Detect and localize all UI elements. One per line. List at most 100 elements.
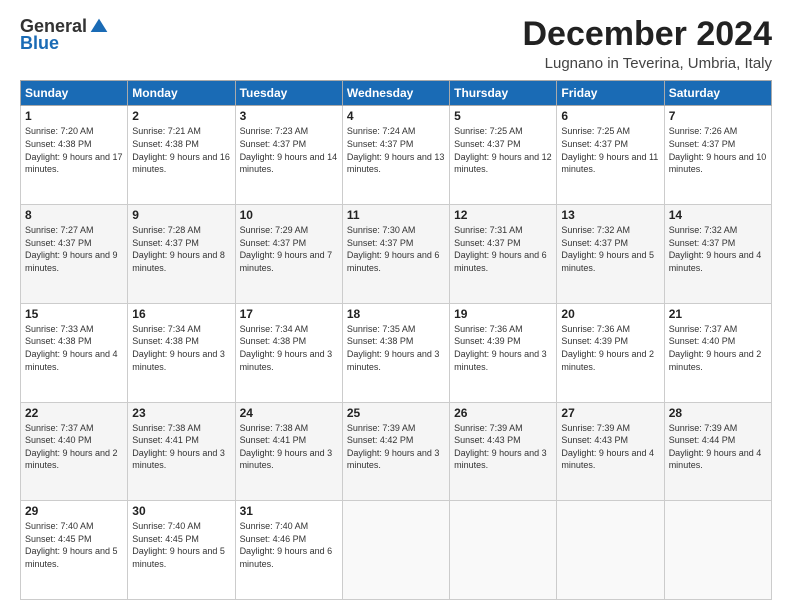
day-info: Sunrise: 7:25 AMSunset: 4:37 PMDaylight:…: [561, 126, 658, 174]
day-number: 21: [669, 307, 767, 321]
day-info: Sunrise: 7:40 AMSunset: 4:45 PMDaylight:…: [132, 521, 225, 569]
calendar-cell: 9 Sunrise: 7:28 AMSunset: 4:37 PMDaylight…: [128, 205, 235, 304]
day-of-week-header: Saturday: [664, 81, 771, 106]
day-info: Sunrise: 7:35 AMSunset: 4:38 PMDaylight:…: [347, 324, 440, 372]
day-info: Sunrise: 7:32 AMSunset: 4:37 PMDaylight:…: [561, 225, 654, 273]
day-number: 26: [454, 406, 552, 420]
day-info: Sunrise: 7:29 AMSunset: 4:37 PMDaylight:…: [240, 225, 333, 273]
day-info: Sunrise: 7:26 AMSunset: 4:37 PMDaylight:…: [669, 126, 767, 174]
day-of-week-header: Tuesday: [235, 81, 342, 106]
logo-icon: [89, 17, 109, 37]
day-info: Sunrise: 7:39 AMSunset: 4:43 PMDaylight:…: [454, 423, 547, 471]
day-number: 6: [561, 109, 659, 123]
calendar-cell: 31 Sunrise: 7:40 AMSunset: 4:46 PMDayligh…: [235, 501, 342, 600]
calendar-cell: 30 Sunrise: 7:40 AMSunset: 4:45 PMDayligh…: [128, 501, 235, 600]
location: Lugnano in Teverina, Umbria, Italy: [522, 55, 772, 72]
calendar-cell: 21Sunrise: 7:37 AMSunset: 4:40 PMDayligh…: [664, 303, 771, 402]
title-block: December 2024 Lugnano in Teverina, Umbri…: [522, 16, 772, 72]
day-info: Sunrise: 7:39 AMSunset: 4:42 PMDaylight:…: [347, 423, 440, 471]
calendar-cell: 24 Sunrise: 7:38 AMSunset: 4:41 PMDayligh…: [235, 402, 342, 501]
day-number: 25: [347, 406, 445, 420]
calendar-week-row: 1 Sunrise: 7:20 AMSunset: 4:38 PMDaylight…: [21, 106, 772, 205]
calendar-week-row: 8 Sunrise: 7:27 AMSunset: 4:37 PMDaylight…: [21, 205, 772, 304]
calendar-cell: 13 Sunrise: 7:32 AMSunset: 4:37 PMDayligh…: [557, 205, 664, 304]
calendar-cell: 26 Sunrise: 7:39 AMSunset: 4:43 PMDayligh…: [450, 402, 557, 501]
day-of-week-header: Monday: [128, 81, 235, 106]
day-number: 29: [25, 504, 123, 518]
day-info: Sunrise: 7:20 AMSunset: 4:38 PMDaylight:…: [25, 126, 123, 174]
calendar-cell: 16 Sunrise: 7:34 AMSunset: 4:38 PMDayligh…: [128, 303, 235, 402]
calendar-cell: 12 Sunrise: 7:31 AMSunset: 4:37 PMDayligh…: [450, 205, 557, 304]
day-info: Sunrise: 7:31 AMSunset: 4:37 PMDaylight:…: [454, 225, 547, 273]
day-number: 7: [669, 109, 767, 123]
day-number: 15: [25, 307, 123, 321]
day-number: 17: [240, 307, 338, 321]
day-info: Sunrise: 7:33 AMSunset: 4:38 PMDaylight:…: [25, 324, 118, 372]
day-info: Sunrise: 7:39 AMSunset: 4:43 PMDaylight:…: [561, 423, 654, 471]
day-number: 12: [454, 208, 552, 222]
day-number: 1: [25, 109, 123, 123]
day-info: Sunrise: 7:34 AMSunset: 4:38 PMDaylight:…: [240, 324, 333, 372]
calendar-cell: 8 Sunrise: 7:27 AMSunset: 4:37 PMDaylight…: [21, 205, 128, 304]
day-number: 31: [240, 504, 338, 518]
calendar-cell: 18 Sunrise: 7:35 AMSunset: 4:38 PMDayligh…: [342, 303, 449, 402]
day-number: 24: [240, 406, 338, 420]
calendar-week-row: 15 Sunrise: 7:33 AMSunset: 4:38 PMDayligh…: [21, 303, 772, 402]
day-info: Sunrise: 7:27 AMSunset: 4:37 PMDaylight:…: [25, 225, 118, 273]
calendar-cell: 27 Sunrise: 7:39 AMSunset: 4:43 PMDayligh…: [557, 402, 664, 501]
calendar-cell: [664, 501, 771, 600]
calendar-cell: 15 Sunrise: 7:33 AMSunset: 4:38 PMDayligh…: [21, 303, 128, 402]
day-of-week-header: Wednesday: [342, 81, 449, 106]
day-info: Sunrise: 7:21 AMSunset: 4:38 PMDaylight:…: [132, 126, 230, 174]
day-info: Sunrise: 7:34 AMSunset: 4:38 PMDaylight:…: [132, 324, 225, 372]
day-info: Sunrise: 7:40 AMSunset: 4:45 PMDaylight:…: [25, 521, 118, 569]
day-info: Sunrise: 7:24 AMSunset: 4:37 PMDaylight:…: [347, 126, 445, 174]
day-number: 27: [561, 406, 659, 420]
day-info: Sunrise: 7:32 AMSunset: 4:37 PMDaylight:…: [669, 225, 762, 273]
day-number: 3: [240, 109, 338, 123]
header: General Blue December 2024 Lugnano in Te…: [20, 16, 772, 72]
days-of-week-row: SundayMondayTuesdayWednesdayThursdayFrid…: [21, 81, 772, 106]
day-info: Sunrise: 7:38 AMSunset: 4:41 PMDaylight:…: [132, 423, 225, 471]
day-info: Sunrise: 7:28 AMSunset: 4:37 PMDaylight:…: [132, 225, 225, 273]
day-info: Sunrise: 7:40 AMSunset: 4:46 PMDaylight:…: [240, 521, 333, 569]
day-number: 18: [347, 307, 445, 321]
day-number: 16: [132, 307, 230, 321]
day-number: 14: [669, 208, 767, 222]
day-info: Sunrise: 7:37 AMSunset: 4:40 PMDaylight:…: [25, 423, 118, 471]
day-number: 30: [132, 504, 230, 518]
page: General Blue December 2024 Lugnano in Te…: [0, 0, 792, 612]
calendar-cell: 11Sunrise: 7:30 AMSunset: 4:37 PMDayligh…: [342, 205, 449, 304]
day-number: 23: [132, 406, 230, 420]
calendar-body: 1 Sunrise: 7:20 AMSunset: 4:38 PMDaylight…: [21, 106, 772, 600]
calendar-cell: 29 Sunrise: 7:40 AMSunset: 4:45 PMDayligh…: [21, 501, 128, 600]
calendar-cell: 6 Sunrise: 7:25 AMSunset: 4:37 PMDaylight…: [557, 106, 664, 205]
calendar-table: SundayMondayTuesdayWednesdayThursdayFrid…: [20, 80, 772, 600]
calendar-cell: 28 Sunrise: 7:39 AMSunset: 4:44 PMDayligh…: [664, 402, 771, 501]
day-number: 8: [25, 208, 123, 222]
day-info: Sunrise: 7:23 AMSunset: 4:37 PMDaylight:…: [240, 126, 338, 174]
day-number: 9: [132, 208, 230, 222]
calendar-week-row: 29 Sunrise: 7:40 AMSunset: 4:45 PMDayligh…: [21, 501, 772, 600]
day-number: 10: [240, 208, 338, 222]
day-number: 11: [347, 208, 445, 222]
month-title: December 2024: [522, 16, 772, 53]
calendar-cell: 3 Sunrise: 7:23 AMSunset: 4:37 PMDaylight…: [235, 106, 342, 205]
day-info: Sunrise: 7:36 AMSunset: 4:39 PMDaylight:…: [561, 324, 654, 372]
calendar-week-row: 22 Sunrise: 7:37 AMSunset: 4:40 PMDayligh…: [21, 402, 772, 501]
calendar-cell: [450, 501, 557, 600]
day-number: 13: [561, 208, 659, 222]
day-number: 28: [669, 406, 767, 420]
day-number: 5: [454, 109, 552, 123]
day-info: Sunrise: 7:39 AMSunset: 4:44 PMDaylight:…: [669, 423, 762, 471]
day-info: Sunrise: 7:25 AMSunset: 4:37 PMDaylight:…: [454, 126, 552, 174]
logo: General Blue: [20, 16, 109, 54]
day-number: 22: [25, 406, 123, 420]
calendar-cell: 23 Sunrise: 7:38 AMSunset: 4:41 PMDayligh…: [128, 402, 235, 501]
day-of-week-header: Thursday: [450, 81, 557, 106]
calendar-cell: [342, 501, 449, 600]
day-info: Sunrise: 7:38 AMSunset: 4:41 PMDaylight:…: [240, 423, 333, 471]
calendar-cell: 19Sunrise: 7:36 AMSunset: 4:39 PMDayligh…: [450, 303, 557, 402]
day-number: 19: [454, 307, 552, 321]
calendar-cell: 2Sunrise: 7:21 AMSunset: 4:38 PMDaylight…: [128, 106, 235, 205]
